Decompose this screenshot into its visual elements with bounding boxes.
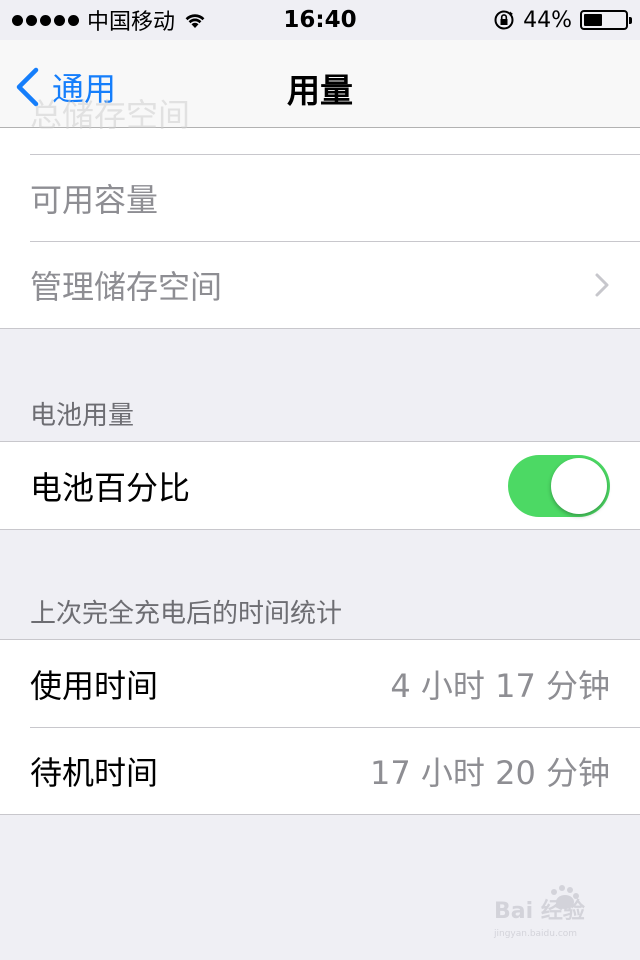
rotation-lock-icon [494,10,514,30]
usage-stats-header: 上次完全充电后的时间统计 [30,599,343,629]
standby-time-value: 17 小时 20 分钟 [370,753,610,792]
watermark-url: jingyan.baidu.com [493,929,577,939]
status-bar: 中国移动 16:40 44% [0,0,640,40]
baidu-jingyan-watermark: Bai 经验 jingyan.baidu.com [493,885,585,939]
battery-percentage-label: 电池百分比 [30,468,191,507]
battery-icon [580,10,632,30]
battery-level [584,14,602,26]
storage-group: 可用容量 管理储存空间 [0,128,640,329]
battery-group: 电池百分比 [0,441,640,530]
toggle-knob [551,457,607,514]
battery-usage-header: 电池用量 [30,401,135,431]
battery-percentage-toggle[interactable] [508,454,610,517]
watermark-text: Bai 经验 [494,898,585,924]
cellular-signal-icon [12,14,79,26]
carrier-name: 中国移动 [87,10,176,35]
wifi-icon [185,14,205,28]
status-right: 44% [493,7,632,33]
usage-stats-group: 使用时间 4 小时 17 分钟 待机时间 17 小时 20 分钟 [0,639,640,815]
usage-screen: 中国移动 16:40 44% 通用 用量 总储存空间 可用容量 管理储存空间 电… [0,0,640,960]
status-left: 中国移动 [12,4,207,36]
manage-storage-label: 管理储存空间 [30,267,223,306]
usage-time-value: 4 小时 17 分钟 [390,666,610,705]
navigation-bar: 通用 用量 [0,40,640,128]
standby-time-row: 待机时间 17 小时 20 分钟 [0,727,640,814]
standby-time-label: 待机时间 [30,753,159,792]
manage-storage-row[interactable]: 管理储存空间 [0,241,640,328]
usage-time-row: 使用时间 4 小时 17 分钟 [0,640,640,727]
available-capacity-row: 可用容量 [0,154,640,241]
battery-percent: 44% [523,7,572,33]
chevron-right-icon [595,273,609,296]
storage-row-partial [0,128,640,154]
page-title: 用量 [287,71,353,110]
usage-time-label: 使用时间 [30,666,159,705]
available-capacity-label: 可用容量 [30,180,159,219]
battery-percentage-row: 电池百分比 [0,442,640,529]
